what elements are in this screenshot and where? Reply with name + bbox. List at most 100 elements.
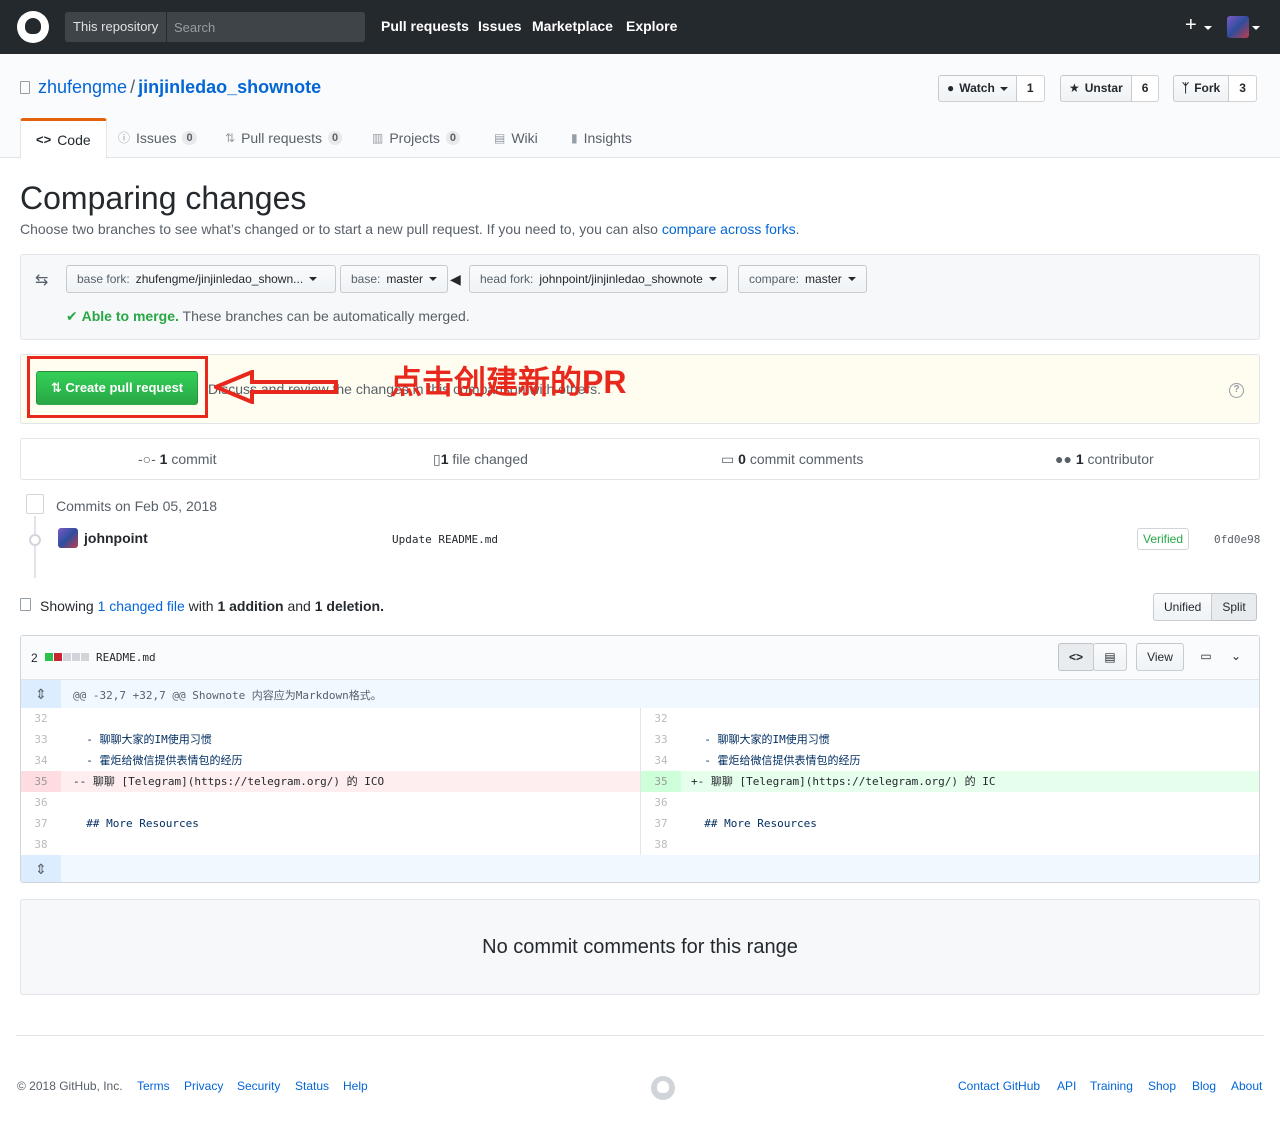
tab-pull-requests-count: 0	[328, 131, 343, 145]
nav-issues[interactable]: Issues	[478, 18, 522, 34]
chevron-down-icon[interactable]	[1252, 26, 1260, 30]
tab-code[interactable]: <> Code	[20, 118, 107, 159]
merge-ok-desc: These branches can be automatically merg…	[182, 308, 470, 324]
file-diff: 2 README.md <> ▤ View ▭ ⌄ ⇕ @@ -32,7 +32…	[20, 635, 1260, 883]
diffstat-bar	[45, 653, 89, 661]
line-number[interactable]: 33	[21, 729, 61, 750]
split-button[interactable]: Split	[1212, 593, 1257, 621]
stat-commits[interactable]: -○- 1 commit	[138, 451, 216, 467]
line-number[interactable]: 32	[641, 708, 681, 729]
footer-link-api[interactable]: API	[1057, 1079, 1076, 1093]
repo-title: zhufengme / jinjinledao_shownote	[38, 77, 321, 98]
search-input[interactable]	[166, 12, 365, 42]
commit-author[interactable]: johnpoint	[84, 530, 148, 546]
diff-summary: Showing 1 changed file with 1 addition a…	[40, 598, 384, 614]
verified-badge[interactable]: Verified	[1137, 528, 1190, 550]
tab-issues-count: 0	[182, 131, 197, 145]
fork-count[interactable]: 3	[1229, 75, 1257, 102]
fork-icon: ᛉ	[1182, 81, 1190, 95]
fork-button[interactable]: ᛉ Fork	[1173, 75, 1230, 102]
diffstat-block-neutral	[81, 653, 89, 661]
base-branch-select[interactable]: base: master	[340, 265, 449, 293]
compare-across-forks-link[interactable]: compare across forks	[662, 221, 796, 237]
star-count[interactable]: 6	[1131, 75, 1160, 102]
search-box: This repository	[65, 12, 365, 42]
base-fork-prefix: base fork:	[77, 272, 130, 286]
search-scope-label[interactable]: This repository	[65, 12, 168, 42]
footer-link-blog[interactable]: Blog	[1192, 1079, 1216, 1093]
commits-heading: Commits on Feb 05, 2018	[56, 498, 218, 514]
repo-name-link[interactable]: jinjinledao_shownote	[138, 77, 321, 97]
chevron-down-icon[interactable]: ⌄	[1225, 643, 1247, 671]
line-number[interactable]: 35	[21, 771, 61, 792]
expand-icon[interactable]: ⇕	[21, 855, 61, 882]
line-number[interactable]: 37	[21, 813, 61, 834]
compare-branch-select[interactable]: compare: master	[738, 265, 867, 293]
changed-files-link[interactable]: 1 changed file	[98, 598, 185, 614]
footer-link-contact[interactable]: Contact GitHub	[958, 1079, 1040, 1093]
file-diff-icon: ▯	[433, 451, 441, 467]
file-name[interactable]: README.md	[96, 651, 156, 664]
watch-button[interactable]: ● Watch	[938, 75, 1017, 102]
footer-link-terms[interactable]: Terms	[137, 1079, 170, 1093]
footer-link-shop[interactable]: Shop	[1148, 1079, 1176, 1093]
no-comments-text: No commit comments for this range	[482, 936, 798, 958]
base-branch-prefix: base:	[351, 272, 381, 286]
user-avatar[interactable]	[1227, 16, 1249, 38]
line-number[interactable]: 37	[641, 813, 681, 834]
stat-comments[interactable]: ▭ 0 commit comments	[721, 451, 863, 468]
github-logo-icon[interactable]	[17, 11, 49, 43]
tab-wiki[interactable]: ▤ Wiki	[479, 118, 553, 158]
head-fork-select[interactable]: head fork: johnpoint/jinjinledao_shownot…	[469, 265, 728, 293]
line-number[interactable]: 38	[641, 834, 681, 855]
line-number[interactable]: 36	[21, 792, 61, 813]
footer-link-about[interactable]: About	[1231, 1079, 1262, 1093]
footer-link-privacy[interactable]: Privacy	[184, 1079, 223, 1093]
line-number[interactable]: 34	[641, 750, 681, 771]
github-mark-icon[interactable]	[651, 1076, 675, 1100]
view-file-button[interactable]: View	[1136, 643, 1184, 671]
unified-button[interactable]: Unified	[1153, 593, 1213, 621]
stat-contributors[interactable]: ●● 1 contributor	[1055, 451, 1154, 467]
hunk-header: ⇕ @@ -32,7 +32,7 @@ Shownote 内容应为Markdow…	[21, 680, 1259, 708]
line-number[interactable]: 38	[21, 834, 61, 855]
plus-icon[interactable]: +	[1185, 15, 1197, 35]
tab-issues-label: Issues	[136, 130, 177, 146]
commit-sha[interactable]: 0fd0e98	[1214, 533, 1260, 546]
source-diff-icon[interactable]: <>	[1058, 643, 1094, 671]
nav-marketplace[interactable]: Marketplace	[532, 18, 613, 34]
unstar-button[interactable]: ★ Unstar	[1060, 75, 1132, 102]
nav-explore[interactable]: Explore	[626, 18, 677, 34]
question-icon[interactable]: ?	[1229, 383, 1244, 398]
rich-diff-icon[interactable]: ▤	[1093, 643, 1127, 671]
tab-projects[interactable]: ▥ Projects 0	[357, 118, 475, 158]
line-number[interactable]: 34	[21, 750, 61, 771]
tab-pull-requests[interactable]: ⇅ Pull requests 0	[210, 118, 357, 158]
footer-link-training[interactable]: Training	[1090, 1079, 1133, 1093]
chevron-down-icon	[999, 86, 1008, 91]
footer-link-help[interactable]: Help	[343, 1079, 368, 1093]
desktop-icon[interactable]: ▭	[1195, 643, 1217, 671]
nav-pull-requests[interactable]: Pull requests	[381, 18, 469, 34]
line-number[interactable]: 33	[641, 729, 681, 750]
people-icon: ●●	[1055, 451, 1072, 467]
line-number[interactable]: 35	[641, 771, 681, 792]
tab-issues[interactable]: ⓘ Issues 0	[103, 118, 212, 158]
base-fork-select[interactable]: base fork: zhufengme/jinjinledao_shown..…	[66, 265, 336, 293]
git-compare-icon: ⇆	[35, 272, 49, 289]
tab-insights[interactable]: ▮ Insights	[556, 118, 647, 158]
commit-author-avatar[interactable]	[58, 528, 78, 548]
line-number[interactable]: 36	[641, 792, 681, 813]
line-number[interactable]: 32	[21, 708, 61, 729]
diffstat-block-neutral	[72, 653, 80, 661]
watch-count[interactable]: 1	[1016, 75, 1045, 102]
timeline-line	[34, 516, 36, 578]
commit-message[interactable]: Update README.md	[392, 533, 498, 546]
repo-owner-link[interactable]: zhufengme	[38, 77, 127, 97]
diff-line: 34 - 霍炬给微信提供表情包的经历	[641, 750, 1259, 771]
footer-link-status[interactable]: Status	[295, 1079, 329, 1093]
chevron-down-icon[interactable]	[1204, 26, 1212, 30]
footer-link-security[interactable]: Security	[237, 1079, 280, 1093]
expand-icon[interactable]: ⇕	[21, 680, 61, 708]
stat-files[interactable]: ▯1 file changed	[433, 451, 528, 468]
